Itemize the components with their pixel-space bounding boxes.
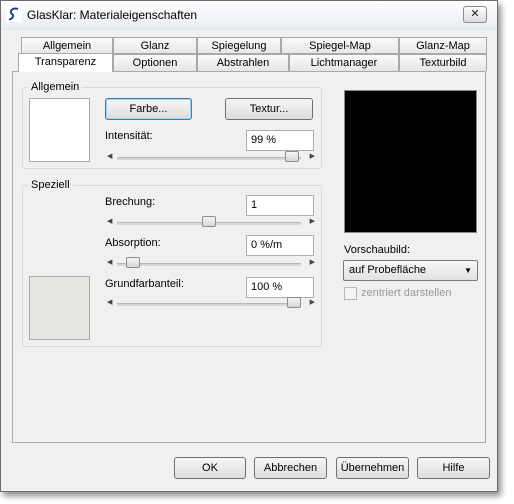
arrow-right-icon[interactable]: ▶ (310, 152, 315, 160)
tab-optionen[interactable]: Optionen (113, 54, 197, 71)
allgemein-group-title: Allgemein (28, 81, 83, 93)
base-color-slider[interactable]: ◀ ▶ (105, 297, 315, 311)
slider-thumb[interactable] (202, 216, 216, 227)
speziell-group-title: Speziell (28, 179, 73, 191)
slider-thumb[interactable] (285, 151, 300, 162)
dialog-window: GlasKlar: Materialeigenschaften ✕ Allgem… (0, 0, 498, 492)
absorption-slider[interactable]: ◀ ▶ (105, 257, 315, 271)
title-bar: GlasKlar: Materialeigenschaften ✕ (1, 1, 497, 30)
slider-thumb[interactable] (287, 297, 301, 308)
arrow-right-icon[interactable]: ▶ (310, 258, 315, 266)
tab-spiegel-map[interactable]: Spiegel-Map (281, 37, 399, 54)
ok-button[interactable]: OK (174, 457, 246, 479)
tab-abstrahlen[interactable]: Abstrahlen (197, 54, 289, 71)
tab-glanz-map[interactable]: Glanz-Map (399, 37, 487, 54)
base-color-label: Grundfarbanteil: (105, 278, 184, 290)
refraction-label: Brechung: (105, 196, 156, 208)
preview-mode-select[interactable]: auf Probefläche ▼ (343, 260, 478, 281)
texture-button[interactable]: Textur... (225, 98, 313, 120)
tab-transparenz[interactable]: Transparenz (18, 53, 113, 72)
preview-mode-value: auf Probefläche (349, 264, 427, 276)
preview-label: Vorschaubild: (344, 244, 411, 256)
slider-thumb[interactable] (125, 257, 140, 268)
arrow-left-icon[interactable]: ◀ (107, 258, 112, 266)
base-color-field[interactable]: 100 % (246, 277, 314, 298)
apply-button[interactable]: Übernehmen (336, 457, 409, 479)
color-swatch (29, 98, 90, 162)
chevron-down-icon[interactable]: ▼ (464, 261, 472, 280)
tab-allgemein[interactable]: Allgemein (21, 37, 113, 54)
refraction-field[interactable]: 1 (246, 195, 314, 216)
center-checkbox[interactable] (344, 287, 357, 300)
arrow-right-icon[interactable]: ▶ (310, 298, 315, 306)
preview-image (344, 90, 477, 233)
intensity-slider[interactable]: ◀ ▶ (105, 151, 315, 165)
arrow-left-icon[interactable]: ◀ (107, 298, 112, 306)
tab-spiegelung[interactable]: Spiegelung (197, 37, 281, 54)
absorption-label: Absorption: (105, 237, 161, 249)
slider-track (117, 157, 301, 160)
slider-track (117, 303, 301, 306)
help-button[interactable]: Hilfe (417, 457, 490, 479)
glasklar-logo-icon (6, 6, 22, 22)
slider-track (117, 263, 301, 266)
refraction-slider[interactable]: ◀ ▶ (105, 216, 315, 230)
tab-texturbild[interactable]: Texturbild (399, 54, 487, 71)
arrow-left-icon[interactable]: ◀ (107, 152, 112, 160)
arrow-right-icon[interactable]: ▶ (310, 217, 315, 225)
transparency-color-swatch (29, 276, 90, 340)
center-label: zentriert darstellen (361, 287, 452, 299)
arrow-left-icon[interactable]: ◀ (107, 217, 112, 225)
intensity-label: Intensität: (105, 130, 153, 142)
close-button[interactable]: ✕ (463, 6, 487, 23)
tab-lichtmanager[interactable]: Lichtmanager (289, 54, 399, 71)
intensity-field[interactable]: 99 % (246, 130, 314, 151)
absorption-field[interactable]: 0 %/m (246, 235, 314, 256)
cancel-button[interactable]: Abbrechen (254, 457, 327, 479)
color-button[interactable]: Farbe... (105, 98, 192, 120)
window-title: GlasKlar: Materialeigenschaften (27, 8, 198, 22)
tab-glanz[interactable]: Glanz (113, 37, 197, 54)
